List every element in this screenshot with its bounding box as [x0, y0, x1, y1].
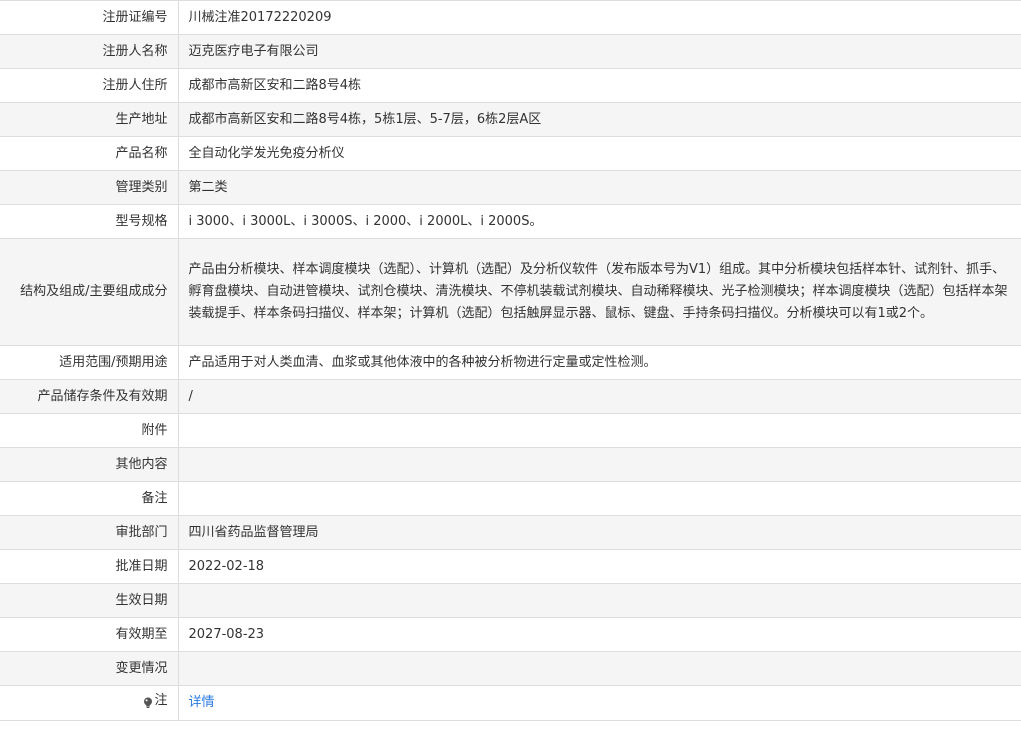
registration-detail-table: 注册证编号 川械注准20172220209 注册人名称 迈克医疗电子有限公司 注… [0, 0, 1021, 721]
row-value: 成都市高新区安和二路8号4栋，5栋1层、5-7层，6栋2层A区 [188, 111, 542, 127]
row-label: 有效期至 [0, 617, 179, 652]
row-expiry-date: 有效期至 2027-08-23 [0, 617, 1021, 652]
row-value [178, 414, 1021, 448]
details-link[interactable]: 详情 [189, 695, 215, 710]
note-label-text: 注 [154, 692, 168, 708]
row-label: 附件 [0, 413, 179, 448]
row-value [178, 584, 1021, 618]
row-label: 备注 [0, 481, 179, 516]
row-label: 注册人名称 [0, 34, 179, 69]
row-approval-date: 批准日期 2022-02-18 [0, 549, 1021, 584]
row-label: 型号规格 [0, 204, 179, 239]
row-other-content: 其他内容 [0, 447, 1021, 482]
row-label: 产品储存条件及有效期 [0, 379, 179, 414]
row-product-name: 产品名称 全自动化学发光免疫分析仪 [0, 136, 1021, 171]
row-value: 第二类 [188, 179, 228, 195]
row-registrant-name: 注册人名称 迈克医疗电子有限公司 [0, 34, 1021, 69]
row-label: 结构及组成/主要组成成分 [0, 238, 179, 346]
row-remarks: 备注 [0, 481, 1021, 516]
row-label: 注册人住所 [0, 68, 179, 103]
row-label: 管理类别 [0, 170, 179, 205]
row-approval-department: 审批部门 四川省药品监督管理局 [0, 515, 1021, 550]
row-label: 适用范围/预期用途 [0, 345, 179, 380]
row-value: 产品由分析模块、样本调度模块（选配）、计算机（选配）及分析仪软件（发布版本号为V… [188, 262, 1008, 321]
row-value [178, 482, 1021, 516]
note-label-cell: 注 [0, 685, 179, 721]
row-note: 注 详情 [0, 685, 1021, 721]
row-model-spec: 型号规格 i 3000、i 3000L、i 3000S、i 2000、i 200… [0, 204, 1021, 239]
row-label: 变更情况 [0, 651, 179, 686]
row-value: / [188, 388, 193, 404]
row-value: 2027-08-23 [188, 626, 265, 642]
row-value [178, 652, 1021, 686]
note-label: 注 [143, 690, 168, 712]
row-value: 全自动化学发光免疫分析仪 [188, 145, 345, 161]
row-value: 2022-02-18 [188, 558, 265, 574]
row-label: 其他内容 [0, 447, 179, 482]
row-attachments: 附件 [0, 413, 1021, 448]
row-label: 注册证编号 [0, 0, 179, 35]
row-management-category: 管理类别 第二类 [0, 170, 1021, 205]
row-registration-number: 注册证编号 川械注准20172220209 [0, 0, 1021, 35]
bulb-icon [143, 695, 153, 708]
note-value-cell: 详情 [178, 686, 1021, 721]
row-value: 迈克医疗电子有限公司 [188, 43, 319, 59]
row-label: 生效日期 [0, 583, 179, 618]
row-storage-validity: 产品储存条件及有效期 / [0, 379, 1021, 414]
row-change-history: 变更情况 [0, 651, 1021, 686]
row-value: 四川省药品监督管理局 [188, 524, 319, 540]
row-value [178, 448, 1021, 482]
row-value: 产品适用于对人类血清、血浆或其他体液中的各种被分析物进行定量或定性检测。 [188, 354, 657, 370]
row-label: 产品名称 [0, 136, 179, 171]
row-production-address: 生产地址 成都市高新区安和二路8号4栋，5栋1层、5-7层，6栋2层A区 [0, 102, 1021, 137]
row-label: 生产地址 [0, 102, 179, 137]
row-intended-use: 适用范围/预期用途 产品适用于对人类血清、血浆或其他体液中的各种被分析物进行定量… [0, 345, 1021, 380]
row-value: 成都市高新区安和二路8号4栋 [188, 77, 362, 93]
row-label: 批准日期 [0, 549, 179, 584]
row-effective-date: 生效日期 [0, 583, 1021, 618]
row-value: i 3000、i 3000L、i 3000S、i 2000、i 2000L、i … [188, 213, 543, 229]
row-value: 川械注准20172220209 [188, 9, 332, 25]
row-label: 审批部门 [0, 515, 179, 550]
row-registrant-address: 注册人住所 成都市高新区安和二路8号4栋 [0, 68, 1021, 103]
row-structure-composition: 结构及组成/主要组成成分 产品由分析模块、样本调度模块（选配）、计算机（选配）及… [0, 238, 1021, 346]
